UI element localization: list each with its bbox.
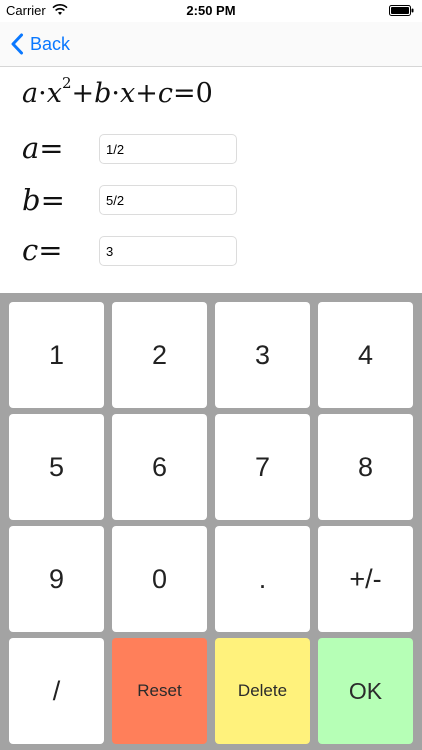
input-c[interactable] [99,236,237,266]
key-5[interactable]: 5 [9,414,104,520]
back-button[interactable]: Back [10,31,70,57]
clock-time: 2:50 PM [186,3,236,18]
ok-button[interactable]: OK [318,638,413,744]
chevron-left-icon [11,33,23,55]
key-decimal[interactable]: . [215,526,310,632]
battery-icon [389,5,414,16]
key-4[interactable]: 4 [318,302,413,408]
reset-button[interactable]: Reset [112,638,207,744]
numeric-keypad: 1 2 3 4 5 6 7 8 9 0 . +/- / Reset Delete… [0,293,422,750]
key-3[interactable]: 3 [215,302,310,408]
status-bar: Carrier 2:50 PM [0,0,422,22]
label-a: a= [22,131,64,165]
navigation-bar: Back [0,22,422,67]
label-c: c= [22,233,63,267]
key-8[interactable]: 8 [318,414,413,520]
label-b: b= [22,183,65,217]
delete-button[interactable]: Delete [215,638,310,744]
key-2[interactable]: 2 [112,302,207,408]
key-1[interactable]: 1 [9,302,104,408]
key-0[interactable]: 0 [112,526,207,632]
input-a[interactable] [99,134,237,164]
key-fraction[interactable]: / [9,638,104,744]
back-label: Back [30,33,71,54]
key-7[interactable]: 7 [215,414,310,520]
key-sign-toggle[interactable]: +/- [318,526,413,632]
key-6[interactable]: 6 [112,414,207,520]
key-9[interactable]: 9 [9,526,104,632]
input-b[interactable] [99,185,237,215]
quadratic-equation: a·x2+b·x+c=0 [22,74,213,109]
